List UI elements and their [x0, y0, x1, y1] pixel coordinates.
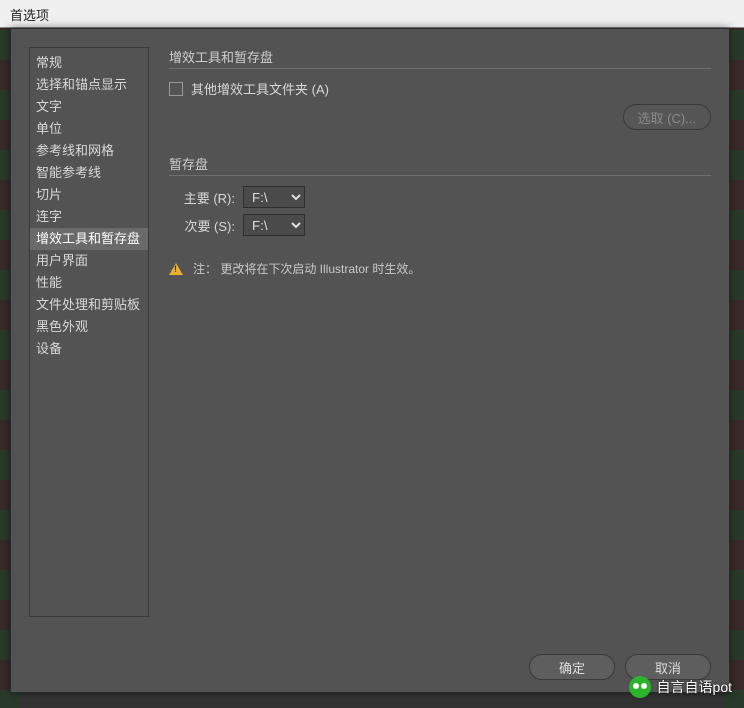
- dialog-titlebar: 首选项: [0, 0, 744, 28]
- primary-disk-select[interactable]: F:\: [243, 186, 305, 208]
- preferences-main: 增效工具和暂存盘 其他增效工具文件夹 (A) 选取 (C)... 暂存盘 主要 …: [169, 47, 711, 616]
- wechat-icon: [629, 676, 651, 698]
- watermark: 自言自语pot: [629, 676, 732, 698]
- preferences-dialog: 常规选择和锚点显示文字单位参考线和网格智能参考线切片连字增效工具和暂存盘用户界面…: [10, 28, 730, 693]
- sidebar-item-2[interactable]: 文字: [30, 96, 148, 118]
- divider: [169, 175, 711, 176]
- secondary-disk-select[interactable]: F:\: [243, 214, 305, 236]
- watermark-text: 自言自语pot: [657, 677, 732, 697]
- plugins-section: 增效工具和暂存盘 其他增效工具文件夹 (A) 选取 (C)...: [169, 47, 711, 130]
- sidebar-item-3[interactable]: 单位: [30, 118, 148, 140]
- restart-note-text: 注： 更改将在下次启动 Illustrator 时生效。: [193, 260, 420, 277]
- secondary-disk-row: 次要 (S): F:\: [169, 214, 711, 236]
- sidebar-item-13[interactable]: 设备: [30, 338, 148, 360]
- plugins-section-title: 增效工具和暂存盘: [169, 47, 711, 66]
- warning-icon: [169, 263, 183, 275]
- sidebar-item-4[interactable]: 参考线和网格: [30, 140, 148, 162]
- sidebar-item-7[interactable]: 连字: [30, 206, 148, 228]
- sidebar-item-9[interactable]: 用户界面: [30, 250, 148, 272]
- divider: [169, 68, 711, 69]
- preferences-sidebar: 常规选择和锚点显示文字单位参考线和网格智能参考线切片连字增效工具和暂存盘用户界面…: [29, 47, 149, 617]
- primary-disk-row: 主要 (R): F:\: [169, 186, 711, 208]
- secondary-disk-label: 次要 (S):: [169, 216, 235, 235]
- choose-folder-row: 选取 (C)...: [169, 104, 711, 130]
- dialog-title: 首选项: [10, 8, 49, 23]
- sidebar-item-1[interactable]: 选择和锚点显示: [30, 74, 148, 96]
- sidebar-item-5[interactable]: 智能参考线: [30, 162, 148, 184]
- sidebar-item-8[interactable]: 增效工具和暂存盘: [30, 228, 148, 250]
- other-plugins-checkbox[interactable]: [169, 82, 183, 96]
- sidebar-item-0[interactable]: 常规: [30, 52, 148, 74]
- other-plugins-label: 其他增效工具文件夹 (A): [191, 79, 329, 98]
- sidebar-item-6[interactable]: 切片: [30, 184, 148, 206]
- choose-folder-button[interactable]: 选取 (C)...: [623, 104, 712, 130]
- primary-disk-label: 主要 (R):: [169, 188, 235, 207]
- restart-note-row: 注： 更改将在下次启动 Illustrator 时生效。: [169, 260, 711, 277]
- sidebar-item-12[interactable]: 黑色外观: [30, 316, 148, 338]
- scratch-section-title: 暂存盘: [169, 154, 711, 173]
- other-plugins-row: 其他增效工具文件夹 (A): [169, 79, 711, 98]
- scratch-section: 暂存盘 主要 (R): F:\ 次要 (S): F:\: [169, 154, 711, 236]
- ok-button[interactable]: 确定: [529, 654, 615, 680]
- sidebar-item-11[interactable]: 文件处理和剪贴板: [30, 294, 148, 316]
- sidebar-item-10[interactable]: 性能: [30, 272, 148, 294]
